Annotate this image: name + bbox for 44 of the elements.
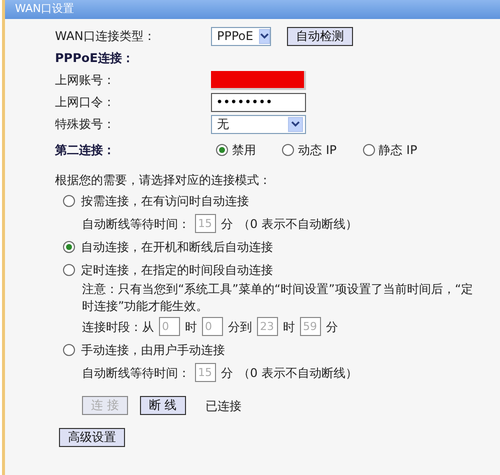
radio-label: 禁用: [232, 142, 256, 159]
field-label: WAN口连接类型：: [55, 28, 156, 45]
dropdown-caret-icon[interactable]: [259, 28, 270, 44]
section-heading: PPPoE连接：: [55, 50, 134, 67]
field-label: 上网账号：: [55, 72, 116, 89]
radio-label: 静态 IP: [378, 142, 418, 159]
radio-button[interactable]: [63, 344, 75, 356]
radio-label: 手动连接，由用户手动连接: [81, 342, 225, 358]
radio-button[interactable]: [216, 144, 228, 156]
hint-text: （0 表示不自动断线）: [238, 364, 358, 382]
unit-label: 分: [326, 318, 338, 336]
radio-label: 动态 IP: [298, 142, 337, 159]
hint-text: （0 表示不自动断线）: [238, 216, 358, 232]
field-label: 自动断线等待时间：: [82, 216, 190, 232]
dropdown-caret-icon[interactable]: [288, 116, 303, 132]
status-text: 已连接: [206, 398, 242, 414]
field-label: 第二连接：: [55, 142, 116, 159]
unit-label: 时: [185, 318, 197, 336]
radio-button[interactable]: [362, 144, 375, 156]
unit-label: 分到: [228, 318, 252, 336]
unit-label: 时: [283, 318, 295, 336]
instruction-text: 根据您的需要，请选择对应的连接模式：: [55, 172, 272, 189]
field-label: 上网口令：: [55, 94, 116, 111]
note-text: 注意：只有当您到“系统工具”菜单的“时间设置”项设置了当前时间后，“定时连接”功能才能生效。: [82, 281, 474, 315]
radio-button[interactable]: [63, 264, 75, 276]
radio-label: 自动连接，在开机和断线后自动连接: [81, 238, 273, 256]
radio-button[interactable]: [63, 194, 75, 206]
unit-label: 分: [221, 216, 233, 232]
special-dial-dropdown[interactable]: 无: [211, 114, 306, 134]
unit-label: 分: [221, 364, 233, 382]
advanced-settings-button[interactable]: 高级设置: [59, 428, 125, 447]
connection-type-dropdown[interactable]: PPPoE: [211, 26, 271, 46]
connect-button[interactable]: 断 线: [140, 396, 186, 415]
field-label: 特殊拨号：: [55, 116, 116, 133]
field-label: 连接时段：从: [82, 318, 154, 336]
radio-label: 定时连接，在指定的时间段自动连接: [81, 262, 273, 278]
panel-title: WAN口设置: [5, 0, 500, 19]
auto-detect-button[interactable]: 自动检测: [287, 26, 353, 46]
account-field[interactable]: [211, 70, 306, 90]
radio-label: 按需连接，在有访问时自动连接: [81, 192, 249, 210]
password-field[interactable]: ••••••••: [211, 92, 306, 112]
radio-button[interactable]: [63, 240, 75, 252]
radio-button[interactable]: [282, 144, 294, 156]
field-label: 自动断线等待时间：: [82, 364, 190, 382]
